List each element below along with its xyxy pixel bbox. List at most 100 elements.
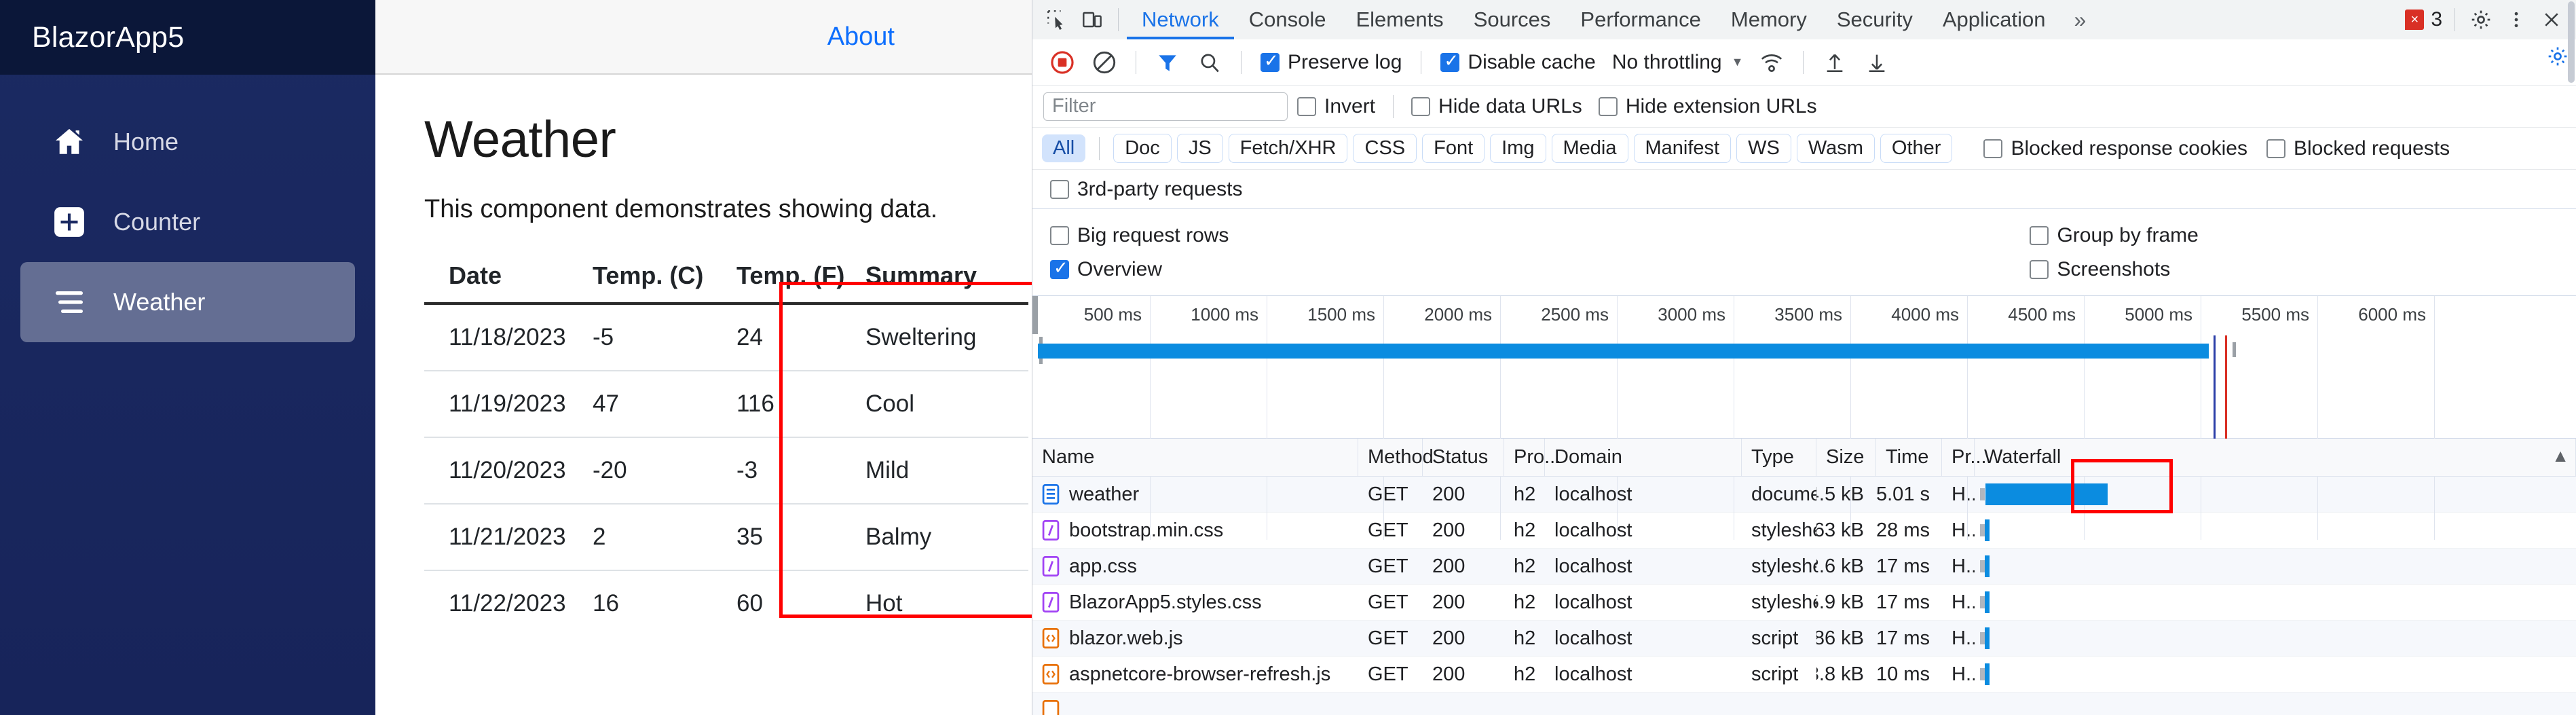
request-name-cell[interactable]: BlazorApp5.styles.css: [1032, 585, 1358, 621]
about-link[interactable]: About: [827, 22, 895, 52]
tab-console[interactable]: Console: [1234, 0, 1341, 39]
blocked-response-cookies-checkbox[interactable]: Blocked response cookies: [1977, 137, 2254, 160]
network-request-list[interactable]: weather GET 200 h2 localhost document 4.…: [1032, 477, 2576, 715]
table-row[interactable]: aspnetcore-browser-refresh.js GET 200 h2…: [1032, 657, 2576, 693]
record-stop-icon[interactable]: [1043, 43, 1081, 81]
devtools-settings-highlight-icon[interactable]: [2546, 45, 2569, 73]
table-row[interactable]: weather GET 200 h2 localhost document 4.…: [1032, 477, 2576, 513]
screenshots-label: Screenshots: [2057, 257, 2171, 280]
preserve-log-checkbox[interactable]: Preserve log: [1254, 51, 1408, 74]
export-har-icon[interactable]: [1858, 43, 1896, 81]
col-waterfall[interactable]: Waterfall: [1975, 438, 2576, 477]
network-conditions-icon[interactable]: [1753, 43, 1791, 81]
col-priority[interactable]: Pr...: [1942, 438, 1987, 477]
app-brand-title: BlazorApp5: [32, 20, 185, 54]
sidebar-item-home[interactable]: Home: [20, 102, 355, 182]
filter-input[interactable]: [1043, 92, 1288, 121]
checkbox-box: [2266, 139, 2285, 158]
type-filter-js[interactable]: JS: [1176, 134, 1223, 163]
weather-page: Weather This component demonstrates show…: [375, 75, 1032, 636]
type-filter-all[interactable]: All: [1042, 134, 1086, 162]
type-filter-other[interactable]: Other: [1880, 134, 1953, 163]
import-har-icon[interactable]: [1816, 43, 1854, 81]
tab-memory[interactable]: Memory: [1716, 0, 1822, 39]
tab-application[interactable]: Application: [1928, 0, 2061, 39]
tab-elements[interactable]: Elements: [1341, 0, 1458, 39]
col-name[interactable]: Name: [1032, 438, 1358, 477]
col-protocol[interactable]: Pro...: [1504, 438, 1561, 477]
col-time[interactable]: Time: [1876, 438, 1942, 477]
col-status[interactable]: Status: [1423, 438, 1504, 477]
disable-cache-checkbox[interactable]: Disable cache: [1434, 51, 1602, 74]
type-filter-fetch-xhr[interactable]: Fetch/XHR: [1228, 134, 1348, 163]
col-size[interactable]: Size: [1816, 438, 1876, 477]
sidebar-item-counter[interactable]: Counter: [20, 182, 355, 262]
tab-performance[interactable]: Performance: [1565, 0, 1715, 39]
request-name-cell[interactable]: blazor.web.js: [1032, 621, 1358, 657]
gear-icon[interactable]: [2463, 3, 2499, 36]
table-row[interactable]: blazor.web.js GET 200 h2 localhost scrip…: [1032, 621, 2576, 657]
request-name-cell[interactable]: aspnetcore-browser-refresh.js: [1032, 657, 1358, 693]
search-icon[interactable]: [1191, 43, 1229, 81]
error-badge[interactable]: × 3: [2405, 8, 2446, 31]
table-row[interactable]: bootstrap.min.css GET 200 h2 localhost s…: [1032, 513, 2576, 549]
stylesheet-icon: [1042, 592, 1060, 612]
chevron-down-icon: ▼: [1731, 55, 1744, 69]
funnel-icon[interactable]: [1149, 43, 1187, 81]
request-type: stylesheet: [1751, 591, 1816, 613]
table-row-partial[interactable]: [1032, 693, 2576, 715]
hide-extension-urls-checkbox[interactable]: Hide extension URLs: [1592, 95, 1824, 118]
type-filter-img[interactable]: Img: [1490, 134, 1546, 163]
third-party-requests-checkbox[interactable]: 3rd-party requests: [1043, 178, 1249, 201]
type-filter-css[interactable]: CSS: [1353, 134, 1417, 163]
type-filter-ws[interactable]: WS: [1736, 134, 1791, 163]
more-options-icon[interactable]: [2499, 3, 2534, 36]
request-name-cell[interactable]: bootstrap.min.css: [1032, 513, 1358, 549]
invert-checkbox[interactable]: Invert: [1290, 95, 1382, 118]
checkbox-box: [1983, 139, 2003, 158]
page-title: Weather: [424, 111, 616, 168]
document-icon: [1042, 484, 1060, 505]
sidebar-item-weather[interactable]: Weather: [20, 262, 355, 342]
tab-security[interactable]: Security: [1822, 0, 1928, 39]
type-filter-manifest[interactable]: Manifest: [1633, 134, 1732, 163]
network-overview-timeline[interactable]: 500 ms 1000 ms 1500 ms 2000 ms 2500 ms 3…: [1032, 296, 2576, 540]
cell-summary: Balmy: [865, 503, 1028, 570]
type-filter-wasm[interactable]: Wasm: [1796, 134, 1875, 163]
request-name-cell[interactable]: weather: [1032, 477, 1358, 513]
col-method[interactable]: Method: [1358, 438, 1434, 477]
tab-sources[interactable]: Sources: [1459, 0, 1566, 39]
hide-data-urls-checkbox[interactable]: Hide data URLs: [1404, 95, 1589, 118]
checkbox-box: [1261, 51, 1280, 72]
close-icon[interactable]: [2534, 3, 2569, 36]
request-time: 28 ms: [1876, 519, 1930, 541]
overview-left-handle[interactable]: [1032, 296, 1038, 334]
table-row[interactable]: app.css GET 200 h2 localhost stylesheet …: [1032, 549, 2576, 585]
throttling-select[interactable]: No throttling ▼: [1607, 51, 1749, 74]
more-tabs-chevron-icon[interactable]: »: [2060, 7, 2099, 33]
table-row[interactable]: BlazorApp5.styles.css GET 200 h2 localho…: [1032, 585, 2576, 621]
overview-tick-label: 5500 ms: [2241, 304, 2309, 325]
type-filter-media[interactable]: Media: [1551, 134, 1628, 163]
cell-temp-c: 47: [593, 370, 736, 437]
app-topbar: About: [375, 0, 1032, 75]
tab-network[interactable]: Network: [1127, 0, 1234, 39]
blocked-requests-checkbox[interactable]: Blocked requests: [2260, 137, 2457, 160]
type-filter-doc[interactable]: Doc: [1113, 134, 1172, 163]
clear-icon[interactable]: [1085, 43, 1123, 81]
big-request-rows-checkbox[interactable]: Big request rows: [1043, 224, 1235, 247]
request-name-cell[interactable]: app.css: [1032, 549, 1358, 585]
network-scrollbar[interactable]: [2566, 0, 2576, 715]
request-protocol: h2: [1514, 483, 1536, 505]
overview-checkbox[interactable]: Overview: [1043, 258, 1235, 281]
request-protocol: h2: [1514, 663, 1536, 685]
group-by-frame-checkbox[interactable]: Group by frame: [2023, 224, 2205, 247]
col-type[interactable]: Type: [1742, 438, 1816, 477]
col-domain[interactable]: Domain: [1545, 438, 1742, 477]
request-name-cell[interactable]: [1032, 693, 1358, 715]
type-filter-font[interactable]: Font: [1422, 134, 1485, 163]
cell-summary: Hot: [865, 570, 1028, 636]
inspect-element-icon[interactable]: [1039, 3, 1075, 36]
screenshots-checkbox[interactable]: Screenshots: [2023, 258, 2205, 281]
device-toolbar-icon[interactable]: [1075, 3, 1110, 36]
